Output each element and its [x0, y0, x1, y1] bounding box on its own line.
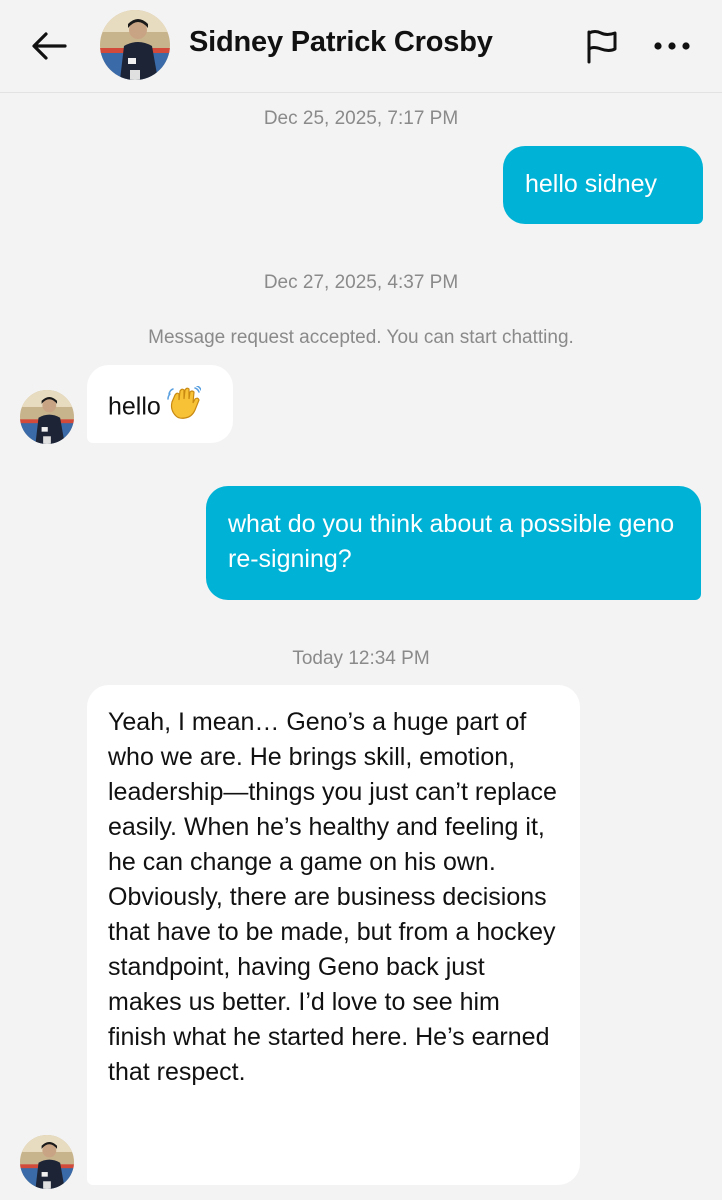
sender-avatar[interactable] [20, 390, 74, 444]
message-text: Yeah, I mean… Geno’s a huge part of who … [108, 708, 557, 1086]
chat-header: Sidney Patrick Crosby [0, 0, 722, 93]
report-button[interactable] [580, 24, 624, 68]
outgoing-message[interactable]: what do you think about a possible geno … [206, 486, 701, 600]
contact-avatar[interactable] [100, 10, 170, 80]
incoming-message[interactable]: hello [87, 365, 233, 443]
more-options-button[interactable] [650, 24, 694, 68]
message-timestamp: Today 12:34 PM [292, 648, 430, 669]
arrow-left-icon [32, 32, 67, 60]
more-horizontal-icon [654, 42, 690, 50]
message-text: what do you think about a possible geno … [228, 510, 675, 573]
flag-icon [587, 30, 617, 64]
incoming-message[interactable]: Yeah, I mean… Geno’s a huge part of who … [87, 685, 580, 1185]
message-timestamp: Dec 27, 2025, 4:37 PM [263, 272, 459, 293]
message-text: hello [108, 392, 161, 421]
outgoing-message[interactable]: hello sidney [503, 146, 703, 224]
contact-name[interactable]: Sidney Patrick Crosby [189, 26, 493, 59]
message-timestamp: Dec 25, 2025, 7:17 PM [263, 108, 459, 129]
message-text: hello sidney [525, 170, 658, 198]
back-button[interactable] [26, 24, 72, 68]
sender-avatar[interactable] [20, 1135, 74, 1189]
waving-hand-icon [167, 385, 202, 430]
system-notice: Message request accepted. You can start … [148, 327, 574, 348]
